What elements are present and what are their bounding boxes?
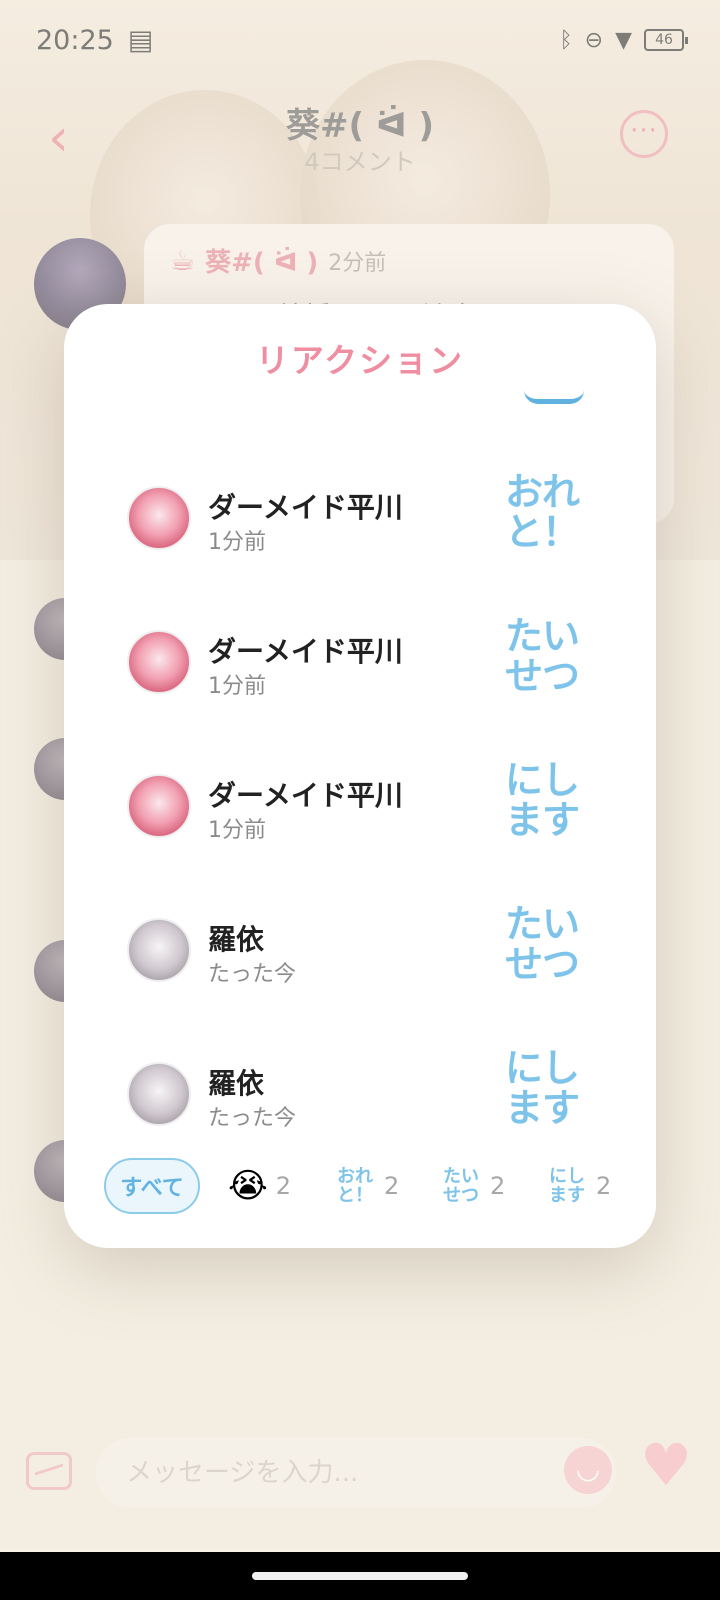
tab-nishimasu[interactable]: にし ます 2	[546, 1158, 611, 1214]
oreto-stamp-icon: おれ と！	[337, 1166, 373, 1206]
reaction-sheet: リアクション ダーメイド平川 1分前 おれ と！ ダーメイド平川 1分前 たい …	[64, 304, 656, 1248]
home-indicator[interactable]	[252, 1572, 468, 1580]
tab-count: 2	[596, 1172, 612, 1200]
avatar	[127, 1062, 191, 1126]
avatar	[127, 774, 191, 838]
crying-face-icon: 😭	[228, 1166, 268, 1206]
reaction-list[interactable]: ダーメイド平川 1分前 おれ と！ ダーメイド平川 1分前 たい せつ ダーメイ…	[64, 399, 656, 1248]
tab-crying[interactable]: 😭 2	[228, 1158, 291, 1214]
avatar	[127, 486, 191, 550]
list-item[interactable]: ダーメイド平川 1分前 おれ と！	[64, 448, 656, 592]
avatar	[127, 918, 191, 982]
user-name: 羅依	[208, 1067, 265, 1100]
list-item[interactable]: 羅依 たった今 たい せつ	[64, 880, 656, 1024]
tab-count: 2	[384, 1172, 400, 1200]
tab-taisetsu[interactable]: たい せつ 2	[440, 1158, 505, 1214]
user-name: ダーメイド平川	[208, 779, 403, 812]
reaction-stamp: たい せつ	[504, 902, 580, 986]
list-item[interactable]: ダーメイド平川 1分前 たい せつ	[64, 592, 656, 736]
system-nav-bar	[0, 1552, 720, 1600]
sheet-title: リアクション	[255, 341, 465, 380]
reaction-time: 1分前	[208, 674, 266, 699]
user-name: 羅依	[208, 923, 265, 956]
avatar	[127, 630, 191, 694]
reaction-time: 1分前	[208, 818, 266, 843]
reaction-stamp: にし ます	[504, 758, 580, 842]
reaction-filter-tabs: すべて 😭 2 おれ と！ 2 たい せつ 2 にし ます 2	[64, 1158, 656, 1218]
tab-count: 2	[275, 1172, 292, 1200]
reaction-time: 1分前	[208, 530, 266, 555]
user-name: ダーメイド平川	[208, 635, 403, 668]
reaction-stamp: おれ と！	[504, 470, 580, 554]
taisetsu-stamp-icon: たい せつ	[443, 1166, 479, 1206]
tab-all[interactable]: すべて	[104, 1158, 200, 1214]
reaction-stamp: たい せつ	[504, 614, 580, 698]
list-item[interactable]: ダーメイド平川 1分前 にし ます	[64, 736, 656, 880]
user-name: ダーメイド平川	[208, 491, 403, 524]
reaction-stamp: にし ます	[504, 1046, 580, 1130]
nishimasu-stamp-icon: にし ます	[549, 1166, 585, 1206]
reaction-time: たった今	[208, 1106, 297, 1131]
reaction-time: たった今	[208, 962, 297, 987]
tab-count: 2	[490, 1172, 506, 1200]
stamp-peek	[524, 390, 584, 404]
list-item[interactable]: 羅依 たった今 にし ます	[64, 1024, 656, 1168]
tab-oreto[interactable]: おれ と！ 2	[334, 1158, 399, 1214]
